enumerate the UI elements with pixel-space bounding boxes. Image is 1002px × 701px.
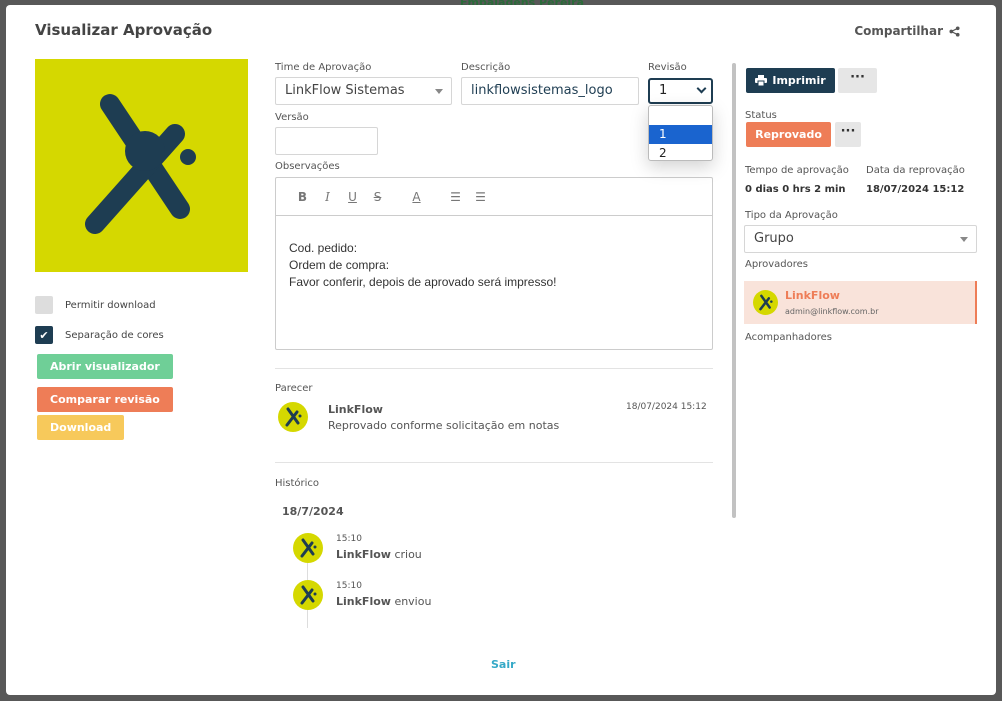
notes-content[interactable]: Cod. pedido: Ordem de compra: Favor conf…: [276, 216, 712, 315]
linkflow-avatar-icon: [759, 294, 773, 311]
history-action: criou: [394, 548, 422, 561]
share-icon: [949, 25, 960, 37]
notes-editor[interactable]: B I U S A ☰ ☰ Cod. pedido: Ordem de comp…: [275, 177, 713, 350]
history-user: LinkFlow: [336, 595, 391, 608]
artwork-preview[interactable]: [35, 59, 248, 272]
history-time: 15:10: [336, 581, 362, 591]
status-label: Status: [745, 110, 777, 121]
avatar: [753, 290, 778, 315]
color-separation-option[interactable]: ✔ Separação de cores: [35, 326, 164, 344]
print-label: Imprimir: [772, 74, 826, 87]
history-user: LinkFlow: [336, 548, 391, 561]
more-options-icon[interactable]: ···: [838, 68, 877, 93]
permit-download-option[interactable]: Permitir download: [35, 296, 156, 314]
history-label: Histórico: [275, 478, 320, 489]
color-separation-label: Separação de cores: [65, 329, 164, 341]
version-label: Versão: [275, 112, 309, 123]
approval-time-value: 0 dias 0 hrs 2 min: [745, 184, 846, 195]
followers-label: Acompanhadores: [745, 332, 833, 343]
download-button[interactable]: Download: [37, 415, 125, 440]
history-action: enviou: [394, 595, 432, 608]
printer-icon: [755, 75, 768, 86]
revision-value: 1: [659, 83, 668, 98]
notes-label: Observações: [275, 161, 340, 172]
notes-line: Ordem de compra:: [289, 258, 390, 272]
bold-icon[interactable]: B: [290, 190, 315, 204]
compare-revision-button[interactable]: Comparar revisão: [37, 387, 173, 412]
rejection-date-label: Data da reprovação: [866, 165, 965, 176]
history-date: 18/7/2024: [282, 505, 344, 518]
text-color-icon[interactable]: A: [404, 190, 429, 204]
modal-title: Visualizar Aprovação: [35, 21, 213, 39]
revision-dropdown: 1 2: [648, 105, 713, 161]
permit-download-label: Permitir download: [65, 299, 156, 311]
notes-line: Favor conferir, depois de aprovado será …: [289, 275, 557, 289]
history-entry: LinkFlow criou: [336, 548, 422, 561]
avatar: [293, 580, 323, 610]
ordered-list-icon[interactable]: ☰: [443, 190, 468, 204]
color-separation-checkbox[interactable]: ✔: [35, 326, 53, 344]
revision-label: Revisão: [648, 62, 687, 73]
opinion-date: 18/07/2024 15:12: [626, 402, 707, 412]
description-input[interactable]: linkflowsistemas_logo: [461, 77, 639, 105]
team-label: Time de Aprovação: [275, 62, 372, 73]
status-badge: Reprovado: [746, 122, 831, 147]
approver-name: LinkFlow: [785, 289, 840, 302]
approval-modal: Visualizar Aprovação Compartilhar Permit…: [6, 5, 996, 695]
open-viewer-button[interactable]: Abrir visualizador: [37, 354, 173, 379]
notes-line: Cod. pedido:: [289, 241, 358, 255]
linkflow-avatar-icon: [285, 407, 302, 427]
history-entry: LinkFlow enviou: [336, 595, 431, 608]
close-button[interactable]: Sair: [491, 658, 516, 671]
italic-icon[interactable]: I: [315, 190, 340, 204]
linkflow-avatar-icon: [300, 585, 317, 605]
status-more-icon[interactable]: ···: [835, 122, 861, 147]
chevron-down-icon: [696, 83, 707, 94]
approver-card[interactable]: LinkFlow admin@linkflow.com.br: [744, 281, 977, 324]
caret-down-icon: [435, 89, 443, 94]
team-value: LinkFlow Sistemas: [285, 83, 405, 98]
linkflow-avatar-icon: [300, 538, 317, 558]
description-label: Descrição: [461, 62, 511, 73]
check-icon: ✔: [39, 328, 49, 342]
share-label: Compartilhar: [854, 24, 943, 38]
scrollbar[interactable]: [732, 63, 736, 518]
opinion-author: LinkFlow: [328, 403, 383, 416]
editor-toolbar: B I U S A ☰ ☰: [276, 178, 712, 216]
version-input[interactable]: [275, 127, 378, 155]
bullet-list-icon[interactable]: ☰: [468, 190, 493, 204]
revision-option[interactable]: 1: [649, 125, 712, 144]
opinion-label: Parecer: [275, 383, 313, 394]
avatar: [293, 533, 323, 563]
approvers-label: Aprovadores: [745, 259, 808, 270]
linkflow-logo-image: [85, 94, 196, 234]
strikethrough-icon[interactable]: S: [365, 190, 390, 204]
divider: [275, 368, 713, 369]
rejection-date-value: 18/07/2024 15:12: [866, 184, 965, 195]
share-button[interactable]: Compartilhar: [854, 24, 960, 38]
divider: [275, 462, 713, 463]
revision-select[interactable]: 1: [648, 78, 713, 104]
permit-download-checkbox[interactable]: [35, 296, 53, 314]
history-time: 15:10: [336, 534, 362, 544]
avatar: [278, 402, 308, 432]
approval-type-label: Tipo da Aprovação: [745, 210, 838, 221]
approval-type-value: Grupo: [754, 231, 794, 246]
print-button[interactable]: Imprimir: [746, 68, 835, 93]
approver-email: admin@linkflow.com.br: [785, 307, 879, 316]
team-select[interactable]: LinkFlow Sistemas: [275, 77, 452, 105]
revision-option[interactable]: 2: [649, 144, 712, 160]
underline-icon[interactable]: U: [340, 190, 365, 204]
approval-time-label: Tempo de aprovação: [745, 165, 849, 176]
revision-option-blank[interactable]: [649, 106, 712, 125]
approval-type-select[interactable]: Grupo: [744, 225, 977, 253]
opinion-text: Reprovado conforme solicitação em notas: [328, 419, 560, 432]
caret-down-icon: [960, 237, 968, 242]
